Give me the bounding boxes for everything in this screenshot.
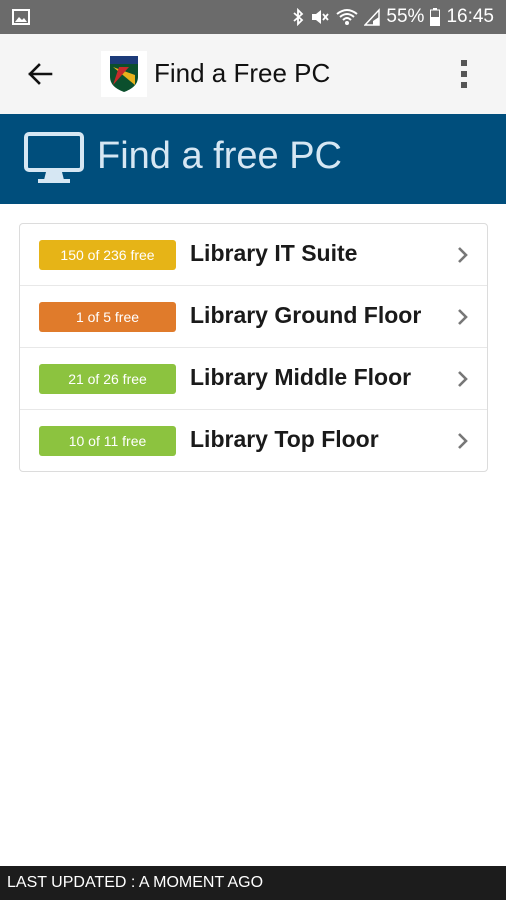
page-banner: Find a free PC	[0, 114, 506, 204]
availability-badge: 1 of 5 free	[39, 302, 176, 332]
chevron-right-icon	[457, 432, 469, 455]
bluetooth-icon	[292, 8, 304, 26]
app-logo	[101, 51, 147, 97]
signal-icon	[364, 8, 381, 26]
monitor-icon	[24, 132, 84, 189]
location-name: Library Middle Floor	[190, 364, 412, 390]
list-item[interactable]: 10 of 11 free Library Top Floor	[20, 410, 487, 472]
chevron-right-icon	[457, 308, 469, 331]
page-title: Find a free PC	[97, 135, 342, 177]
last-updated-footer: LAST UPDATED : A MOMENT AGO	[0, 866, 506, 900]
overflow-menu-button[interactable]	[446, 56, 482, 92]
availability-badge: 21 of 26 free	[39, 364, 176, 394]
availability-badge: 150 of 236 free	[39, 240, 176, 270]
chevron-right-icon	[457, 370, 469, 393]
location-name: Library Top Floor	[190, 426, 379, 452]
list-item[interactable]: 150 of 236 free Library IT Suite	[20, 224, 487, 286]
back-button[interactable]	[20, 54, 60, 94]
arrow-left-icon	[27, 63, 53, 85]
status-time: 16:45	[446, 6, 494, 27]
battery-icon	[430, 8, 441, 26]
battery-percent: 55%	[386, 6, 425, 27]
more-vert-icon	[460, 59, 468, 89]
mute-icon	[310, 8, 330, 26]
app-title: Find a Free PC	[154, 58, 331, 88]
location-name: Library IT Suite	[190, 240, 358, 266]
list-item[interactable]: 21 of 26 free Library Middle Floor	[20, 348, 487, 410]
list-item[interactable]: 1 of 5 free Library Ground Floor	[20, 286, 487, 348]
status-bar: 55% 16:45	[0, 0, 506, 34]
location-list: 150 of 236 free Library IT Suite 1 of 5 …	[19, 223, 488, 472]
location-name: Library Ground Floor	[190, 302, 422, 328]
wifi-icon	[336, 8, 359, 26]
chevron-right-icon	[457, 246, 469, 269]
image-icon	[12, 9, 30, 25]
app-bar: Find a Free PC	[0, 34, 506, 114]
availability-badge: 10 of 11 free	[39, 426, 176, 456]
